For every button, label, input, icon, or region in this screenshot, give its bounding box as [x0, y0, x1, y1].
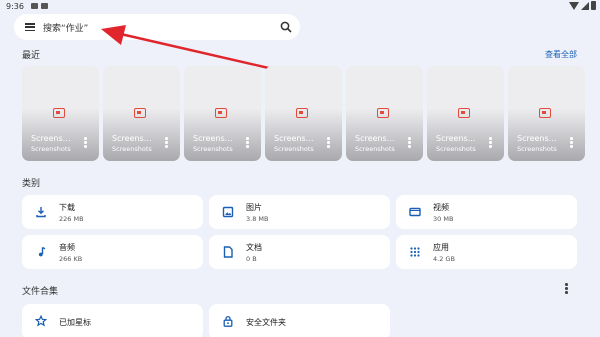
collection-starred[interactable]: 已加星标 [22, 304, 203, 337]
category-name: 视频 [433, 203, 449, 212]
recent-file-card[interactable]: Screens… Screenshots [265, 66, 342, 161]
more-options-icon[interactable] [570, 137, 573, 148]
category-apps[interactable]: 应用 4.2 GB [396, 235, 577, 269]
annotation-arrow [101, 25, 287, 74]
file-folder: Screenshots [274, 145, 314, 153]
category-images[interactable]: 图片 3.8 MB [209, 195, 390, 229]
file-folder: Screenshots [112, 145, 152, 153]
file-folder: Screenshots [436, 145, 476, 153]
star-icon [35, 315, 47, 327]
more-options-icon[interactable] [327, 137, 330, 148]
category-videos[interactable]: 视频 30 MB [396, 195, 577, 229]
collections-section-title: 文件合集 [22, 287, 59, 297]
recent-file-card[interactable]: Screens… Screenshots [22, 66, 99, 161]
image-icon [377, 108, 389, 118]
view-all-link[interactable]: 查看全部 [545, 49, 577, 60]
recent-files-row: Screens… Screenshots Screens… Screenshot… [22, 66, 600, 162]
file-name: Screens… [436, 134, 476, 143]
file-folder: Screenshots [355, 145, 395, 153]
image-icon [539, 108, 551, 118]
more-options-icon[interactable] [84, 137, 87, 148]
recent-file-card[interactable]: Screens… Screenshots [103, 66, 180, 161]
apps-icon [410, 247, 420, 257]
category-audio[interactable]: 音频 266 KB [22, 235, 203, 269]
file-name: Screens… [112, 134, 152, 143]
more-options-icon[interactable] [246, 137, 249, 148]
recent-section-title: 最近 [22, 51, 41, 61]
recent-file-card[interactable]: Screens… Screenshots [427, 66, 504, 161]
image-icon [458, 108, 470, 118]
file-name: Screens… [274, 134, 314, 143]
collection-secure-folder[interactable]: 安全文件夹 [209, 304, 390, 337]
file-folder: Screenshots [517, 145, 557, 153]
collections-more-icon[interactable] [565, 283, 568, 294]
document-icon [223, 246, 233, 258]
category-name: 图片 [246, 203, 262, 212]
more-options-icon[interactable] [489, 137, 492, 148]
recent-file-card[interactable]: Screens… Screenshots [184, 66, 261, 161]
file-folder: Screenshots [193, 145, 233, 153]
more-options-icon[interactable] [165, 137, 168, 148]
lock-icon [223, 315, 233, 327]
music-icon [38, 246, 46, 257]
category-name: 音频 [59, 243, 75, 252]
file-name: Screens… [31, 134, 71, 143]
file-name: Screens… [193, 134, 233, 143]
category-name: 下载 [59, 203, 75, 212]
category-size: 4.2 GB [433, 255, 455, 263]
category-size: 0 B [246, 255, 257, 263]
category-name: 文档 [246, 243, 262, 252]
more-options-icon[interactable] [408, 137, 411, 148]
recent-file-card[interactable]: Screens… Screenshots [346, 66, 423, 161]
image-icon [53, 108, 65, 118]
category-size: 226 MB [59, 215, 84, 223]
category-size: 266 KB [59, 255, 83, 263]
image-icon [296, 108, 308, 118]
category-downloads[interactable]: 下载 226 MB [22, 195, 203, 229]
category-size: 3.8 MB [246, 215, 269, 223]
video-icon [409, 207, 421, 217]
collection-name: 安全文件夹 [246, 318, 286, 327]
file-name: Screens… [355, 134, 395, 143]
category-size: 30 MB [433, 215, 454, 223]
download-icon [36, 207, 46, 218]
image-icon [222, 206, 234, 218]
collection-name: 已加星标 [59, 318, 91, 327]
file-name: Screens… [517, 134, 557, 143]
image-icon [134, 108, 146, 118]
recent-file-card[interactable]: Screens… Screenshots [508, 66, 585, 161]
category-name: 应用 [433, 243, 449, 252]
categories-section-title: 类别 [22, 179, 41, 189]
category-documents[interactable]: 文档 0 B [209, 235, 390, 269]
file-folder: Screenshots [31, 145, 71, 153]
image-icon [215, 108, 227, 118]
